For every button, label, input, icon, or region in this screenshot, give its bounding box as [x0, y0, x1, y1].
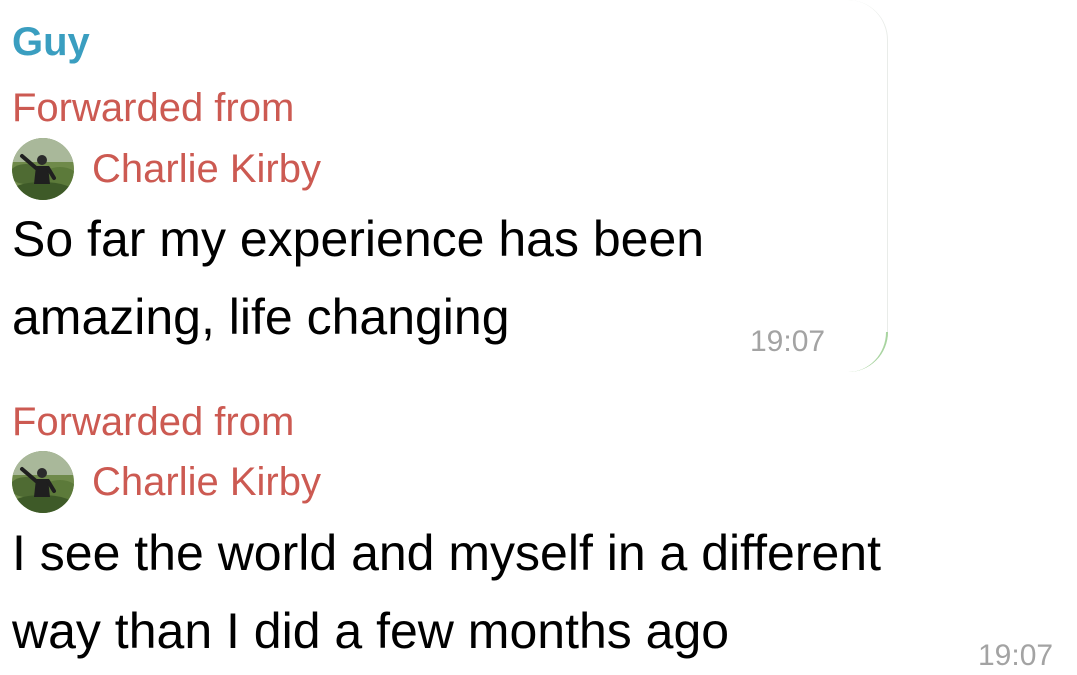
message-text-line: I see the world and myself in a differen…: [12, 525, 881, 581]
avatar[interactable]: [12, 451, 74, 513]
forwarded-from-label: Forwarded from: [12, 86, 295, 130]
forwarded-author-row[interactable]: Charlie Kirby: [12, 450, 321, 514]
forwarded-author-name[interactable]: Charlie Kirby: [92, 456, 321, 508]
forwarded-author-name[interactable]: Charlie Kirby: [92, 143, 321, 195]
avatar-image: [12, 138, 74, 200]
forwarded-author-row[interactable]: Charlie Kirby: [12, 137, 321, 201]
sender-name[interactable]: Guy: [12, 16, 90, 68]
bubble-edge: [848, 0, 888, 372]
avatar-image: [12, 451, 74, 513]
message-time: 19:07: [750, 325, 826, 358]
message-text-line: amazing, life changing: [12, 289, 510, 345]
message-bubble[interactable]: Forwarded from Charlie Kirby I see the w…: [0, 388, 1077, 675]
message-bubble[interactable]: Guy Forwarded from Charlie Kirby So far …: [0, 0, 888, 372]
avatar[interactable]: [12, 138, 74, 200]
message-time: 19:07: [978, 639, 1054, 672]
bubble-tail: [848, 332, 888, 372]
message-text-line: way than I did a few months ago: [12, 603, 730, 659]
chat-view: Guy Forwarded from Charlie Kirby So far …: [0, 0, 1077, 675]
message-text-line: So far my experience has been: [12, 211, 705, 267]
forwarded-from-label: Forwarded from: [12, 400, 295, 444]
